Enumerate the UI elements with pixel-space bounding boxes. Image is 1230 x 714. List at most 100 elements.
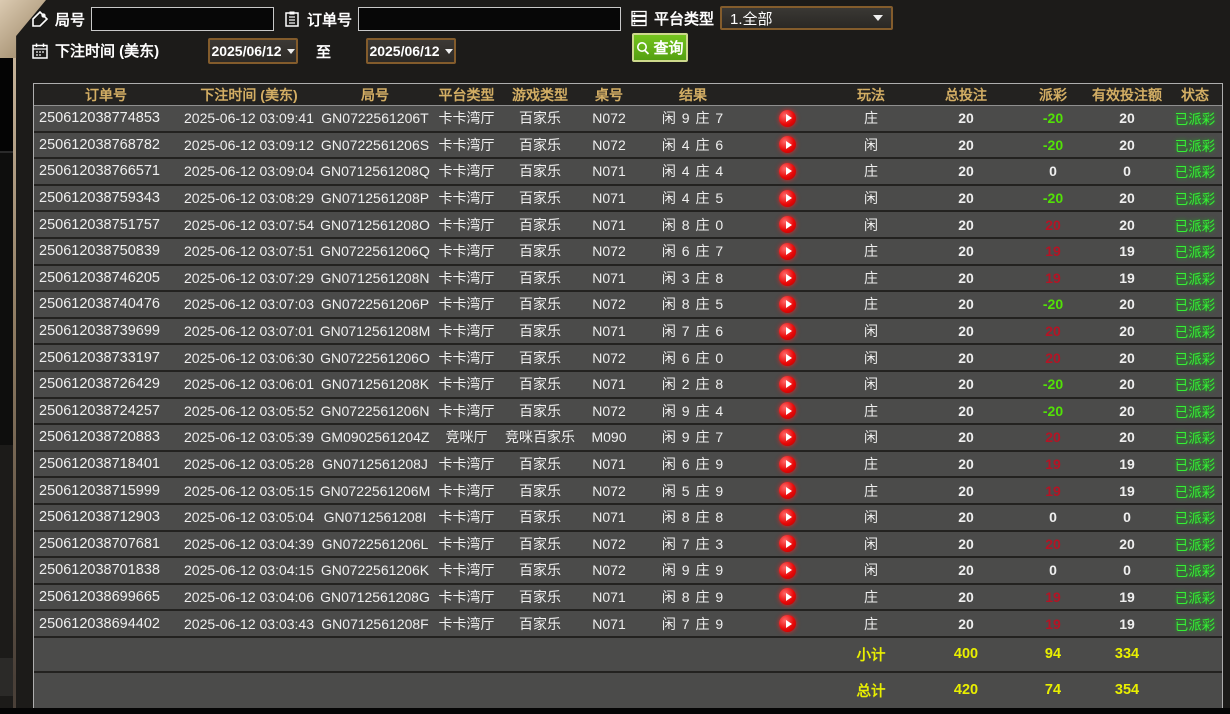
date-from-value: 2025/06/12: [211, 43, 282, 59]
table-row[interactable]: 250612038733197 2025-06-12 03:06:30 GN07…: [34, 345, 1222, 372]
cell-bet-side: 闲: [864, 136, 878, 153]
cell-table-no: N072: [592, 110, 626, 127]
play-video-icon[interactable]: [779, 535, 796, 553]
table-row[interactable]: 250612038766571 2025-06-12 03:09:04 GN07…: [34, 159, 1222, 186]
cell-game-no: GN0722561206Q: [320, 243, 430, 260]
game-no-input[interactable]: [91, 7, 275, 31]
cell-bet-time: 2025-06-12 03:05:39: [184, 429, 314, 446]
cell-result: 闲 8 庄 0: [661, 216, 725, 233]
play-video-icon[interactable]: [779, 375, 796, 393]
subtotal-valid-bet: 334: [1114, 646, 1140, 663]
column-header: [745, 84, 830, 105]
table-row[interactable]: 250612038694402 2025-06-12 03:03:43 GN07…: [34, 611, 1222, 638]
cell-total-bet: 20: [958, 349, 974, 366]
platform-select[interactable]: 1.全部: [720, 6, 894, 30]
play-video-icon[interactable]: [779, 136, 796, 154]
table-row[interactable]: 250612038768782 2025-06-12 03:09:12 GN07…: [34, 132, 1222, 160]
play-video-icon[interactable]: [779, 615, 796, 633]
cell-status: 已派彩: [1174, 511, 1216, 527]
cell-bet-side: 庄: [864, 243, 878, 260]
cell-order-no: 250612038739699: [39, 323, 160, 340]
cell-bet-side: 庄: [864, 588, 878, 605]
play-video-icon[interactable]: [779, 295, 796, 313]
cell-bet-side: 闲: [864, 190, 878, 207]
cell-platform-type: 卡卡湾厅: [438, 110, 495, 127]
cell-order-no: 250612038768782: [39, 136, 160, 153]
play-video-icon[interactable]: [779, 242, 796, 260]
date-from-picker[interactable]: 2025/06/12: [208, 38, 298, 64]
cell-result: 闲 4 庄 4: [661, 163, 725, 180]
cell-result: 闲 8 庄 9: [661, 588, 725, 605]
play-video-icon[interactable]: [779, 482, 796, 500]
cell-result: 闲 5 庄 9: [661, 482, 725, 499]
cell-payout: 19: [1045, 588, 1061, 605]
cell-valid-bet: 20: [1119, 216, 1135, 233]
table-row[interactable]: 250612038715999 2025-06-12 03:05:15 GN07…: [34, 478, 1222, 505]
date-to-picker[interactable]: 2025/06/12: [366, 38, 456, 64]
cell-order-no: 250612038715999: [39, 482, 160, 499]
play-video-icon[interactable]: [779, 455, 796, 473]
table-row[interactable]: 250612038726429 2025-06-12 03:06:01 GN07…: [34, 371, 1222, 399]
cell-payout: 19: [1045, 243, 1061, 260]
column-header: 平台类型: [438, 86, 495, 103]
play-video-icon[interactable]: [779, 349, 796, 367]
play-video-icon[interactable]: [779, 402, 796, 420]
table-row[interactable]: 250612038720883 2025-06-12 03:05:39 GM09…: [34, 425, 1222, 452]
cell-platform-type: 卡卡湾厅: [438, 216, 495, 233]
play-video-icon[interactable]: [779, 162, 796, 180]
table-row[interactable]: 250612038750839 2025-06-12 03:07:51 GN07…: [34, 238, 1222, 266]
query-button[interactable]: 查询: [632, 33, 688, 62]
play-video-icon[interactable]: [779, 508, 796, 526]
cell-platform-type: 卡卡湾厅: [438, 402, 495, 419]
bet-time-label: 下注时间 (美东): [55, 43, 160, 60]
cell-platform-type: 卡卡湾厅: [438, 190, 495, 207]
table-row[interactable]: 250612038699665 2025-06-12 03:04:06 GN07…: [34, 584, 1222, 612]
cell-total-bet: 20: [958, 588, 974, 605]
play-video-icon[interactable]: [779, 216, 796, 234]
cell-game-type: 百家乐: [519, 402, 561, 419]
play-video-icon[interactable]: [779, 269, 796, 287]
play-video-icon[interactable]: [779, 428, 796, 446]
table-row[interactable]: 250612038712903 2025-06-12 03:05:04 GN07…: [34, 504, 1222, 532]
table-row[interactable]: 250612038701838 2025-06-12 03:04:15 GN07…: [34, 558, 1222, 585]
cell-game-no: GN0712561208P: [320, 190, 430, 207]
game-no-filter: 局号: [31, 7, 275, 31]
cell-result: 闲 8 庄 8: [661, 509, 725, 526]
cell-total-bet: 20: [958, 163, 974, 180]
cell-game-no: GN0712561208G: [320, 588, 430, 605]
cell-game-no: GN0722561206L: [321, 535, 429, 552]
table-row[interactable]: 250612038724257 2025-06-12 03:05:52 GN07…: [34, 398, 1222, 426]
cell-bet-time: 2025-06-12 03:05:15: [184, 482, 314, 499]
play-video-icon[interactable]: [779, 588, 796, 606]
table-row[interactable]: 250612038739699 2025-06-12 03:07:01 GN07…: [34, 318, 1222, 346]
play-video-icon[interactable]: [779, 561, 796, 579]
table-row[interactable]: 250612038759343 2025-06-12 03:08:29 GN07…: [34, 185, 1222, 213]
cell-bet-time: 2025-06-12 03:04:06: [184, 588, 314, 605]
cell-game-type: 百家乐: [519, 509, 561, 526]
cell-table-no: N072: [592, 482, 626, 499]
table-row[interactable]: 250612038774853 2025-06-12 03:09:41 GN07…: [34, 106, 1222, 133]
cell-payout: 20: [1045, 323, 1061, 340]
cell-table-no: N071: [592, 376, 626, 393]
table-row[interactable]: 250612038740476 2025-06-12 03:07:03 GN07…: [34, 292, 1222, 319]
cell-status: 已派彩: [1174, 351, 1216, 367]
table-row[interactable]: 250612038751757 2025-06-12 03:07:54 GN07…: [34, 212, 1222, 239]
chevron-down-icon: [286, 48, 295, 54]
cell-game-no: GN0712561208I: [323, 509, 427, 526]
play-video-icon[interactable]: [779, 322, 796, 340]
cell-total-bet: 20: [958, 402, 974, 419]
cell-payout: -20: [1042, 402, 1064, 419]
search-icon: [636, 41, 650, 55]
cell-bet-side: 闲: [864, 562, 878, 579]
column-header: 有效投注额: [1092, 86, 1162, 103]
cell-table-no: N072: [592, 243, 626, 260]
column-header: 局号: [361, 86, 389, 103]
order-no-input[interactable]: [358, 7, 622, 31]
cell-bet-side: 庄: [864, 456, 878, 473]
cell-game-type: 百家乐: [519, 456, 561, 473]
play-video-icon[interactable]: [779, 109, 796, 127]
table-row[interactable]: 250612038718401 2025-06-12 03:05:28 GN07…: [34, 451, 1222, 479]
play-video-icon[interactable]: [779, 189, 796, 207]
table-row[interactable]: 250612038707681 2025-06-12 03:04:39 GN07…: [34, 531, 1222, 559]
table-row[interactable]: 250612038746205 2025-06-12 03:07:29 GN07…: [34, 265, 1222, 293]
